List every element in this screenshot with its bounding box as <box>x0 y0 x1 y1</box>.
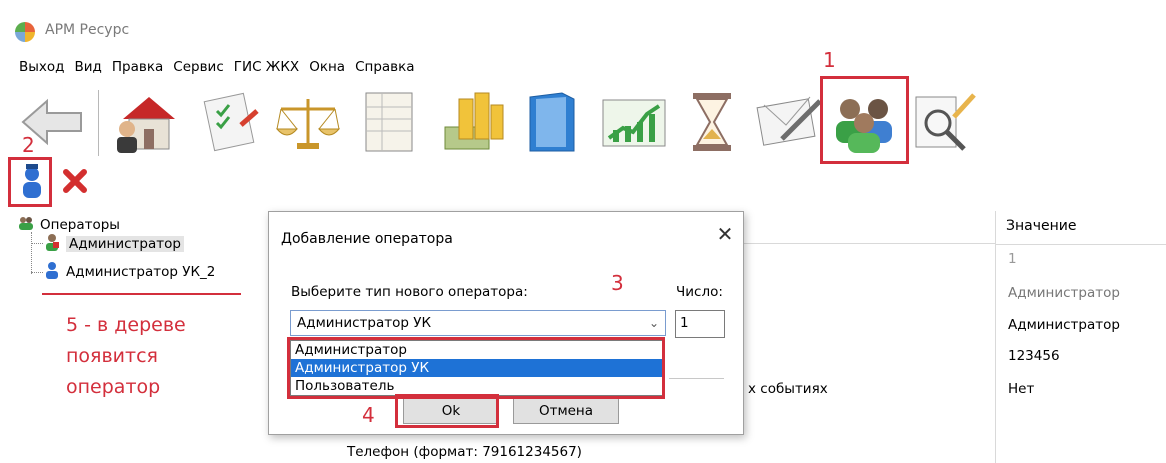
grid-value-3: Администратор <box>1008 317 1120 333</box>
cancel-button[interactable]: Отмена <box>513 398 619 424</box>
document-magnifier-icon[interactable] <box>906 84 982 160</box>
app-logo-icon <box>15 22 35 42</box>
hourglass-icon[interactable] <box>674 84 750 160</box>
admin-user-icon <box>44 233 60 255</box>
annotation-number-2: 2 <box>22 133 35 157</box>
grid-value-4: 123456 <box>1008 348 1060 364</box>
app-title: АРМ Ресурс <box>45 22 130 38</box>
grid-value-5: Нет <box>1008 381 1035 397</box>
tree-root-operators[interactable]: Операторы <box>18 215 120 235</box>
ledger-icon[interactable] <box>350 84 426 160</box>
count-input[interactable]: 1 <box>675 310 725 338</box>
annotation-underline <box>42 293 241 295</box>
add-operator-dialog: Добавление оператора ✕ Выберите тип ново… <box>268 211 744 435</box>
highlight-type-dropdown <box>287 337 665 399</box>
tree-item-label: Администратор <box>66 236 184 252</box>
menu-item-windows[interactable]: Окна <box>309 59 345 79</box>
scales-icon[interactable] <box>270 84 346 160</box>
annotation-5-line-3: оператор <box>66 376 161 398</box>
envelope-pen-icon[interactable] <box>752 84 828 160</box>
chart-growth-icon[interactable] <box>596 84 672 160</box>
tree-item-administrator[interactable]: Администратор <box>44 234 184 254</box>
operator-type-label: Выберите тип нового оператора: <box>291 284 528 300</box>
coins-banknotes-icon[interactable] <box>434 84 510 160</box>
grid-column-divider <box>995 211 996 463</box>
dialog-title: Добавление оператора <box>281 231 453 247</box>
grid-value-header: Значение <box>1006 218 1077 234</box>
menu-item-gis-zhkh[interactable]: ГИС ЖКХ <box>234 59 299 79</box>
highlight-add-operator <box>8 157 52 207</box>
menu-item-exit[interactable]: Выход <box>19 59 65 79</box>
menu-item-help[interactable]: Справка <box>355 59 414 79</box>
annotation-5-line-1: 5 - в дереве <box>66 314 186 336</box>
close-icon[interactable]: ✕ <box>713 222 737 246</box>
house-owner-icon[interactable] <box>106 84 182 160</box>
menu-item-edit[interactable]: Правка <box>112 59 163 79</box>
grid-value-2: Администратор <box>1008 285 1120 301</box>
tree-item-administrator-uk-2[interactable]: Администратор УК_2 <box>44 262 215 282</box>
grid-name-header <box>740 211 995 244</box>
checklist-icon[interactable] <box>192 84 268 160</box>
grid-events-label: х событиях <box>748 381 828 397</box>
annotation-number-3: 3 <box>611 271 624 295</box>
count-label: Число: <box>676 284 723 300</box>
folder-book-icon[interactable] <box>514 84 590 160</box>
grid-value-1: 1 <box>1008 251 1017 267</box>
tree-root-label: Операторы <box>40 217 120 233</box>
uk-user-icon <box>44 261 60 283</box>
operator-type-select-value: Администратор УК <box>297 315 432 331</box>
title-bar: АРМ Ресурс <box>0 0 1166 50</box>
operator-type-select[interactable]: Администратор УК ⌄ <box>290 310 666 336</box>
annotation-number-4: 4 <box>362 403 375 427</box>
dialog-separator <box>669 378 724 379</box>
highlight-ok-button <box>395 394 499 428</box>
annotation-5-line-2: появится <box>66 345 158 367</box>
grid-header-divider <box>995 244 1166 245</box>
chevron-down-icon[interactable]: ⌄ <box>649 316 659 330</box>
tree-item-label: Администратор УК_2 <box>66 264 216 280</box>
menu-item-view[interactable]: Вид <box>75 59 102 79</box>
highlight-operators-button <box>820 76 909 164</box>
grid-phone-label: Телефон (формат: 79161234567) <box>347 444 582 460</box>
annotation-5-note: 5 - в дереве появится оператор <box>66 310 266 403</box>
annotation-number-1: 1 <box>823 48 836 72</box>
menu-bar: Выход Вид Правка Сервис ГИС ЖКХ Окна Спр… <box>19 59 415 79</box>
menu-item-service[interactable]: Сервис <box>173 59 223 79</box>
delete-operator-button[interactable] <box>62 168 88 194</box>
